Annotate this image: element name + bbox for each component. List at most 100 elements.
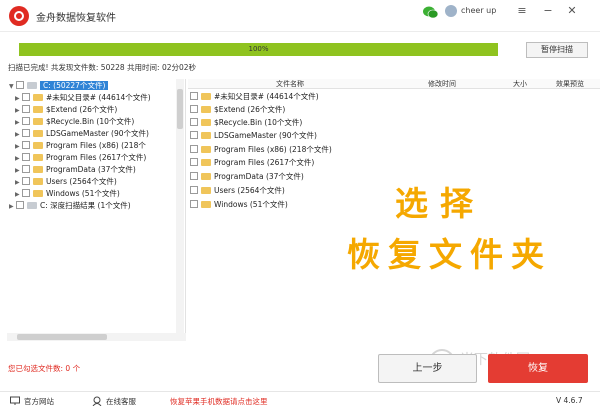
- checkbox[interactable]: [190, 172, 198, 180]
- checkbox[interactable]: [190, 118, 198, 126]
- column-header-name[interactable]: 文件名称: [276, 79, 304, 89]
- checkbox[interactable]: [190, 131, 198, 139]
- tree-item-label: ProgramData: [46, 165, 96, 174]
- overlay-caption-line2: 恢复文件夹: [347, 235, 552, 274]
- folder-icon: [201, 187, 211, 194]
- wechat-icon[interactable]: [423, 6, 438, 19]
- checkbox[interactable]: [190, 145, 198, 153]
- checkbox[interactable]: [190, 92, 198, 100]
- expand-icon[interactable]: ▶: [15, 117, 22, 128]
- expand-icon[interactable]: ▶: [9, 201, 16, 212]
- checkbox[interactable]: [190, 200, 198, 208]
- checkbox[interactable]: [190, 105, 198, 113]
- checkbox[interactable]: [22, 117, 30, 125]
- tree-item-label: C: 深度扫描结果: [40, 201, 96, 210]
- folder-icon: [201, 132, 211, 139]
- tree-item[interactable]: ▶ LDSGameMaster (90个文件): [15, 128, 149, 139]
- user-name[interactable]: cheer up: [461, 6, 496, 15]
- file-name: Windows: [214, 200, 248, 209]
- file-row[interactable]: Windows (51个文件): [190, 199, 288, 210]
- expand-icon[interactable]: ▶: [15, 165, 22, 176]
- tree-item-count: (37个文件): [97, 165, 136, 174]
- tree-item-label: C:: [43, 81, 51, 90]
- tree-item-count: (2617个文件): [98, 153, 147, 162]
- official-site-link[interactable]: 官方网站: [10, 396, 54, 407]
- tree-item-count: (51个文件): [81, 189, 120, 198]
- expand-icon[interactable]: ▼: [9, 81, 16, 92]
- tree-item[interactable]: ▶ ProgramData (37个文件): [15, 164, 136, 175]
- tree-item-label: Windows: [46, 189, 80, 198]
- version-label: V 4.6.7: [556, 396, 583, 405]
- tree-item[interactable]: ▶ Program Files (x86) (218个: [15, 140, 146, 151]
- expand-icon[interactable]: ▶: [15, 177, 22, 188]
- file-name: $Extend: [214, 105, 246, 114]
- folder-icon: [33, 166, 43, 173]
- tree-item-label: Program Files: [46, 141, 97, 150]
- folder-icon: [33, 130, 43, 137]
- folder-icon: [33, 178, 43, 185]
- column-header-size[interactable]: 大小: [513, 79, 527, 89]
- file-row[interactable]: #未知父目录# (44614个文件): [190, 91, 319, 102]
- tree-horizontal-scrollbar[interactable]: [7, 333, 186, 341]
- tree-item-count: (10个文件): [96, 117, 135, 126]
- file-count: (10个文件): [264, 118, 303, 127]
- checkbox[interactable]: [22, 93, 30, 101]
- official-site-label: 官方网站: [24, 397, 54, 406]
- file-count: (x86) (218个文件): [266, 145, 332, 154]
- app-title: 金舟数据恢复软件: [36, 13, 116, 24]
- file-count: (51个文件): [249, 200, 288, 209]
- file-row[interactable]: $Recycle.Bin (10个文件): [190, 117, 302, 128]
- tree-item[interactable]: ▶ $Extend (26个文件): [15, 104, 117, 115]
- checkbox[interactable]: [16, 81, 24, 89]
- expand-icon[interactable]: ▶: [15, 189, 22, 200]
- checkbox[interactable]: [16, 201, 24, 209]
- file-row[interactable]: ProgramData (37个文件): [190, 171, 304, 182]
- checkbox[interactable]: [22, 141, 30, 149]
- file-count: (90个文件): [279, 131, 317, 140]
- previous-step-button[interactable]: 上一步: [378, 354, 477, 383]
- expand-icon[interactable]: ▶: [15, 93, 22, 104]
- pause-scan-button[interactable]: 暂停扫描: [526, 42, 588, 58]
- file-count: (26个文件): [247, 105, 286, 114]
- tree-item[interactable]: ▶ Program Files (2617个文件): [15, 152, 146, 163]
- column-header-preview[interactable]: 效果预览: [556, 79, 584, 89]
- checkbox[interactable]: [190, 158, 198, 166]
- tree-vertical-scrollbar[interactable]: [176, 79, 184, 341]
- expand-icon[interactable]: ▶: [15, 141, 22, 152]
- checkbox[interactable]: [22, 153, 30, 161]
- expand-icon[interactable]: ▶: [15, 105, 22, 116]
- file-row[interactable]: Program Files (x86) (218个文件): [190, 144, 332, 155]
- checkbox[interactable]: [22, 189, 30, 197]
- expand-icon[interactable]: ▶: [15, 129, 22, 140]
- tree-item-count: (44614个文件): [98, 93, 151, 102]
- iphone-recovery-promo-link[interactable]: 恢复苹果手机数据请点击这里: [170, 396, 268, 407]
- menu-icon[interactable]: ≡: [514, 4, 530, 18]
- tree-item-deep-scan[interactable]: ▶ C: 深度扫描结果 (1个文件): [9, 200, 131, 211]
- folder-icon: [201, 173, 211, 180]
- file-row[interactable]: Users (2564个文件): [190, 185, 285, 196]
- checkbox[interactable]: [22, 165, 30, 173]
- file-row[interactable]: LDSGameMaster (90个文件): [190, 130, 317, 141]
- folder-icon: [33, 142, 43, 149]
- checkbox[interactable]: [22, 177, 30, 185]
- tree-item[interactable]: ▶ $Recycle.Bin (10个文件): [15, 116, 134, 127]
- checkbox[interactable]: [22, 129, 30, 137]
- tree-item[interactable]: ▶ #未知父目录# (44614个文件): [15, 92, 151, 103]
- checkbox[interactable]: [22, 105, 30, 113]
- online-support-link[interactable]: 在线客服: [92, 396, 136, 407]
- minimize-icon[interactable]: −: [540, 4, 556, 18]
- column-header-modified[interactable]: 修改时间: [428, 79, 456, 89]
- tree-item-root[interactable]: ▼ C: (50227个文件): [9, 80, 109, 92]
- tree-item[interactable]: ▶ Windows (51个文件): [15, 188, 120, 199]
- expand-icon[interactable]: ▶: [15, 153, 22, 164]
- folder-icon: [33, 106, 43, 113]
- folder-icon: [201, 93, 211, 100]
- user-avatar[interactable]: [445, 5, 457, 17]
- tree-item[interactable]: ▶ Users (2564个文件): [15, 176, 117, 187]
- checkbox[interactable]: [190, 186, 198, 194]
- close-icon[interactable]: ✕: [564, 4, 580, 18]
- file-row[interactable]: Program Files (2617个文件): [190, 157, 314, 168]
- recover-button[interactable]: 恢复: [488, 354, 588, 383]
- file-name: LDSGameMaster: [214, 131, 277, 140]
- file-row[interactable]: $Extend (26个文件): [190, 104, 285, 115]
